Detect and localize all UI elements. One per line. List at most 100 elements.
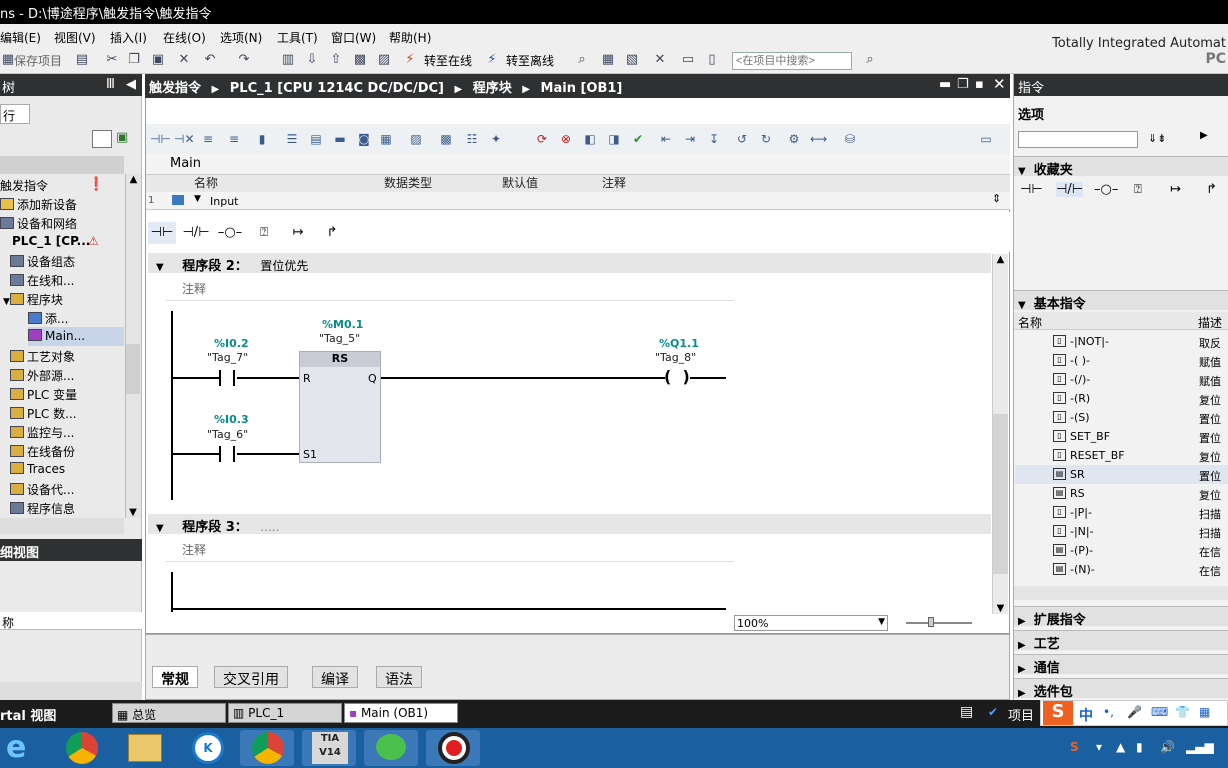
tab-general[interactable]: 常规 <box>152 666 198 688</box>
expand-icon[interactable]: ▶ <box>1018 688 1026 699</box>
network-comment-icon[interactable]: ☷ <box>464 131 480 147</box>
communication-section[interactable]: ▶ 通信 <box>1014 654 1228 676</box>
zoom-slider-handle[interactable] <box>928 617 934 627</box>
network-2-title[interactable]: 置位优先 <box>260 259 308 273</box>
mic-icon[interactable]: 🎤 <box>1127 705 1142 719</box>
collapse-left-icon[interactable]: ◀ <box>126 77 136 92</box>
tree-item-add-device[interactable]: 添加新设备 <box>0 194 77 213</box>
menu-edit[interactable]: 编辑(E) <box>0 29 41 46</box>
database-icon[interactable]: ⛁ <box>842 131 858 147</box>
expand-icon[interactable]: ▶ <box>1018 640 1026 651</box>
delete-icon[interactable]: ✕ <box>176 52 192 68</box>
interface-row-input[interactable]: Input <box>210 195 238 208</box>
menu-online[interactable]: 在线(O) <box>163 29 206 46</box>
instr-hscrollbar[interactable] <box>1014 586 1228 600</box>
close-all-icon[interactable]: ▤ <box>308 131 324 147</box>
contact-i0-3[interactable] <box>219 446 235 462</box>
tree-item-devices-networks[interactable]: 设备和网络 <box>0 213 77 232</box>
network-3-comment[interactable]: 注释 <box>182 541 206 558</box>
stop-icon[interactable]: ▨ <box>376 52 392 68</box>
accessible-devices-icon[interactable]: ⌕ <box>574 52 590 68</box>
tree-item-external-src[interactable]: 外部源... <box>10 365 74 384</box>
tree-scrollbar[interactable]: ▲ ▼ <box>125 174 141 518</box>
panel-layout-icon[interactable]: Ⅲ <box>106 77 115 92</box>
zoom-slider[interactable] <box>906 622 972 624</box>
monitor-on-icon[interactable]: ↺ <box>734 131 750 147</box>
technology-section[interactable]: ▶ 工艺 <box>1014 630 1228 652</box>
instruction-item[interactable]: ▤ -(N)- 在信 <box>1015 560 1228 579</box>
expand-input-icon[interactable]: ▼ <box>194 194 201 204</box>
open-branch-icon[interactable]: ↦ <box>1170 182 1181 197</box>
tree-item-project[interactable]: 触发指令 ❗ <box>0 175 104 194</box>
search-go-icon[interactable]: ⌕ <box>862 52 878 68</box>
tree-item-plc-tags[interactable]: PLC 变量 <box>10 384 77 403</box>
tab-cross-ref[interactable]: 交叉引用 <box>214 666 288 688</box>
instruction-item[interactable]: ▤ SR 置位 <box>1015 465 1228 484</box>
contact1-address[interactable]: %I0.2 <box>214 337 249 350</box>
punct-icon[interactable]: •, <box>1103 705 1114 719</box>
coil-icon[interactable]: –○– <box>1094 182 1118 197</box>
menu-options[interactable]: 选项(N) <box>220 29 262 46</box>
coil-icon[interactable]: –○– <box>216 222 244 244</box>
add-row-icon[interactable]: ≡ <box>226 131 242 147</box>
comment-icon[interactable]: ◙ <box>356 131 372 147</box>
restore-icon[interactable]: ❐ <box>957 77 969 92</box>
connect-icon[interactable]: ⚙ <box>786 131 802 147</box>
instruction-search-input[interactable] <box>1018 131 1138 148</box>
tree-item-device-proxy[interactable]: 设备代... <box>10 479 74 498</box>
tray-sogou-icon[interactable]: S <box>1070 740 1079 754</box>
k-app-icon[interactable]: K <box>192 732 224 764</box>
paste-icon[interactable]: ▣ <box>150 52 166 68</box>
task-overview[interactable]: ▦ 总览 <box>112 703 226 723</box>
collapse-icon[interactable]: ▼ <box>156 262 164 273</box>
instruction-item[interactable]: ▯ -( )- 赋值 <box>1015 351 1228 370</box>
tree-item-plc[interactable]: PLC_1 [CP... ⚠ <box>0 232 99 251</box>
insert-network-icon[interactable]: ⊣⊢ <box>150 131 171 147</box>
go-offline-button[interactable]: 转至离线 <box>506 52 554 69</box>
tree-item-online-backup[interactable]: 在线备份 <box>10 441 75 460</box>
next-error-icon[interactable]: ⇥ <box>682 131 698 147</box>
nc-contact-icon[interactable]: ⊣/⊢ <box>1056 182 1084 197</box>
copy-icon[interactable]: ❐ <box>126 52 142 68</box>
expand-icon[interactable]: ▶ <box>1018 616 1026 627</box>
instruction-item[interactable]: ▯ -|NOT|- 取反 <box>1015 332 1228 351</box>
close-branch-icon[interactable]: ↱ <box>318 222 346 244</box>
print-icon[interactable]: ▤ <box>74 52 90 68</box>
monitor-off-icon[interactable]: ↻ <box>758 131 774 147</box>
tag-info-icon[interactable]: ▨ <box>408 131 424 147</box>
sogou-icon[interactable]: S <box>1043 701 1073 725</box>
coil-q1-1[interactable]: ( ) <box>664 367 690 386</box>
tree-item-traces[interactable]: Traces <box>10 460 65 479</box>
expand-icon[interactable]: ▶ <box>1018 664 1026 675</box>
editor-scrollbar[interactable]: ▲ ▼ <box>992 254 1008 614</box>
upload-icon[interactable]: ⇧ <box>328 52 344 68</box>
cut-icon[interactable]: ✂ <box>104 52 120 68</box>
tree-item-watch[interactable]: 监控与... <box>10 422 74 441</box>
empty-box-icon[interactable]: ⍰ <box>1134 182 1142 197</box>
optional-packages-section[interactable]: ▶ 选件包 <box>1014 678 1228 700</box>
close-branch-icon[interactable]: ↱ <box>1206 182 1217 197</box>
tools-icon[interactable]: ▦ <box>1199 705 1210 719</box>
instruction-item[interactable]: ▯ -(/)- 赋值 <box>1015 370 1228 389</box>
tree-item-device-config[interactable]: 设备组态 <box>10 251 75 270</box>
favorites-icon[interactable]: ▬ <box>332 131 348 147</box>
go-online-button[interactable]: 转至在线 <box>424 52 472 69</box>
no-contact-icon[interactable]: ⊣⊢ <box>148 222 176 244</box>
basic-instructions-section[interactable]: ▼ 基本指令 <box>1014 290 1228 312</box>
ime-chinese[interactable]: 中 <box>1079 705 1093 725</box>
explorer-icon[interactable] <box>128 734 162 762</box>
detail-hscrollbar[interactable] <box>0 682 142 700</box>
collapse-icon[interactable]: ▼ <box>1018 300 1026 311</box>
tree-item-main[interactable]: Main... <box>28 327 124 346</box>
tab-syntax[interactable]: 语法 <box>376 666 422 688</box>
volume-icon[interactable]: 🔊 <box>1160 740 1175 754</box>
expand-icon[interactable]: ▼ <box>3 297 10 307</box>
float-icon[interactable]: ▪ <box>975 77 984 92</box>
splitter-icon[interactable]: ⇕ <box>992 192 1001 205</box>
contact2-tag[interactable]: "Tag_6" <box>207 428 248 441</box>
compile-icon[interactable]: ▥ <box>280 52 296 68</box>
download-icon[interactable]: ⇩ <box>304 52 320 68</box>
chrome-icon[interactable] <box>66 732 98 764</box>
save-project-button[interactable]: 保存项目 <box>14 52 62 69</box>
compare-block-icon[interactable]: ◨ <box>606 131 622 147</box>
